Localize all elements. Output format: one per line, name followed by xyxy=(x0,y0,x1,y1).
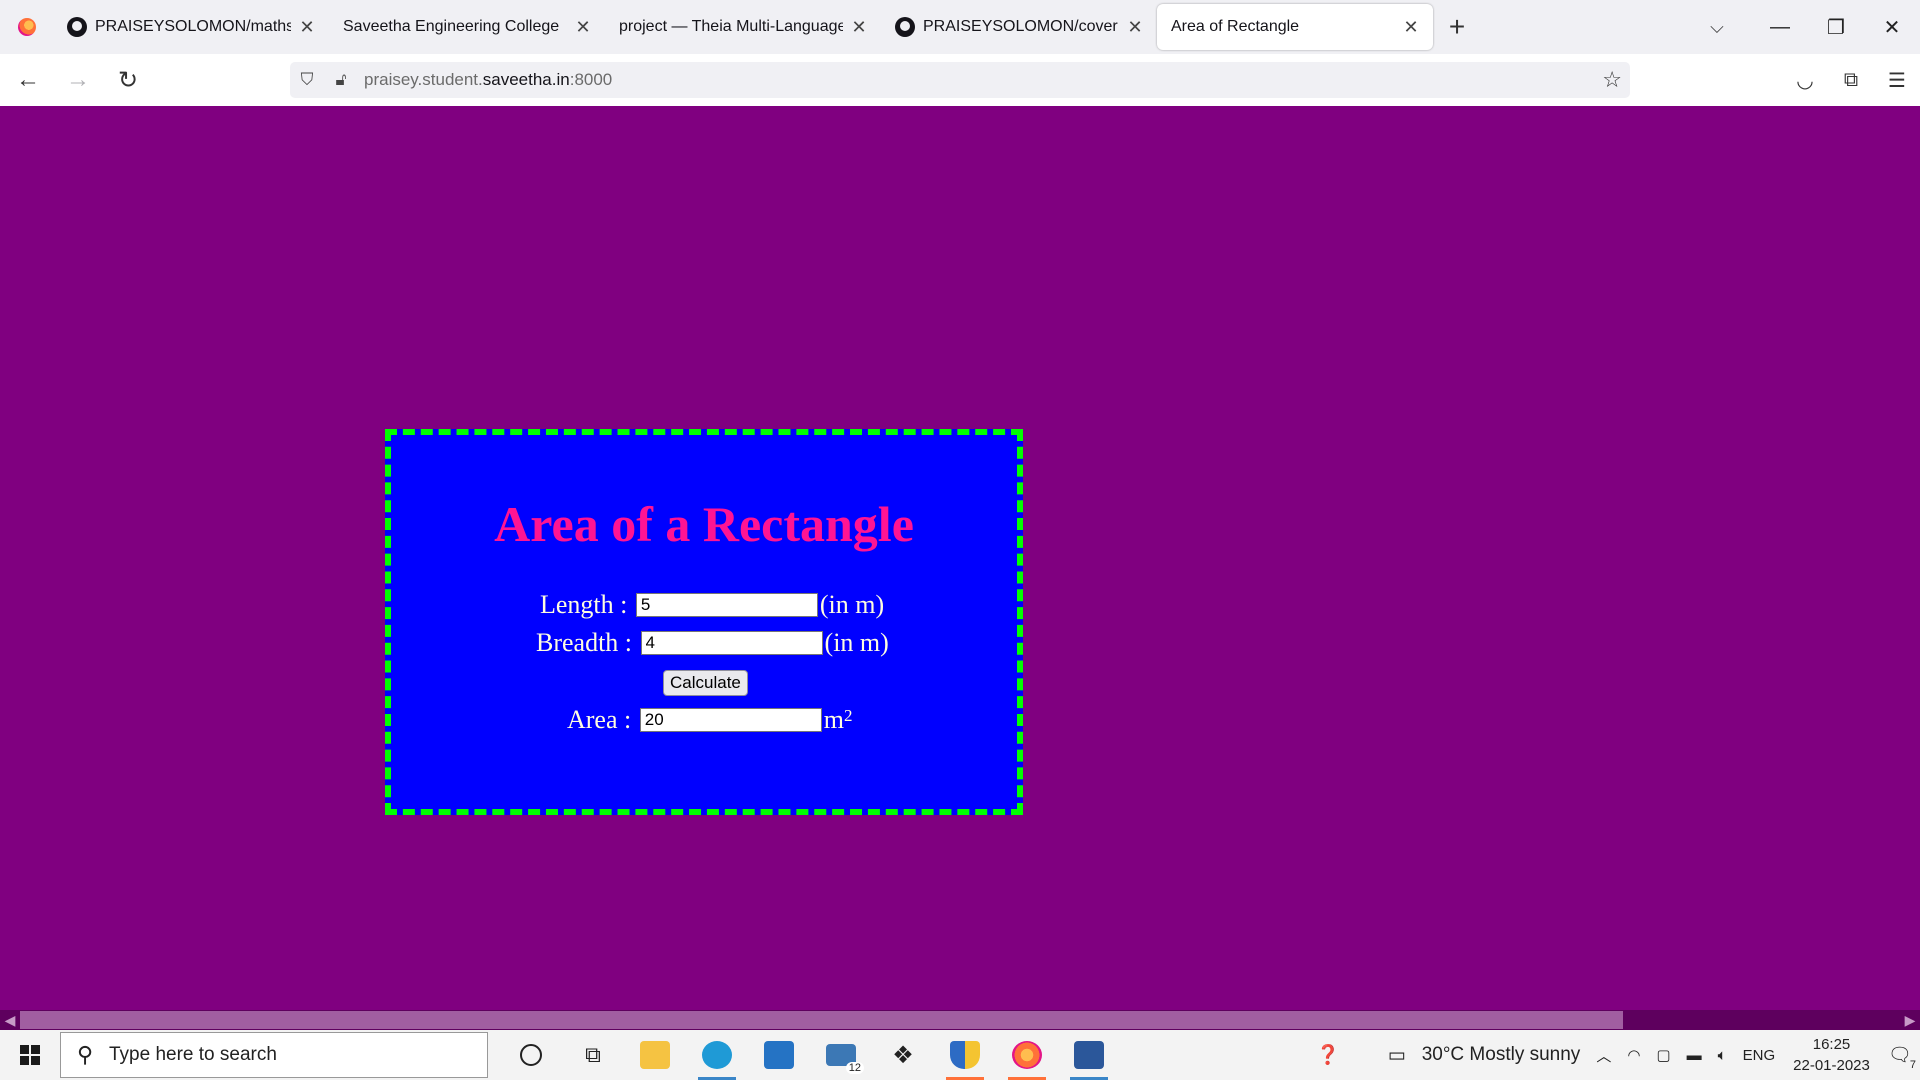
tab-label: PRAISEYSOLOMON/cover xyxy=(923,18,1118,35)
breadth-unit: (in m) xyxy=(824,628,889,657)
clock[interactable]: 16:25 22-01-2023 xyxy=(1793,1034,1870,1076)
github-icon xyxy=(67,17,87,37)
close-tab-icon[interactable]: ✕ xyxy=(1125,17,1145,38)
scroll-right-arrow-icon[interactable]: ▶ xyxy=(1900,1010,1920,1030)
task-view-icon[interactable]: ⧉ xyxy=(562,1030,624,1080)
dropbox-icon[interactable]: ❖ xyxy=(872,1030,934,1080)
breadth-label: Breadth : xyxy=(536,628,633,657)
new-tab-plus-icon[interactable]: + xyxy=(1433,0,1481,54)
weather-text[interactable]: 30°C Mostly sunny xyxy=(1422,1044,1581,1066)
taskbar-search-box[interactable]: ⚲ Type here to search xyxy=(60,1032,488,1078)
cortana-icon[interactable] xyxy=(500,1030,562,1080)
breadth-input[interactable] xyxy=(640,631,823,655)
reload-icon[interactable]: ↻ xyxy=(106,58,150,102)
area-unit-exponent: 2 xyxy=(843,706,853,725)
extensions-puzzle-icon[interactable]: ⧉ xyxy=(1828,69,1874,92)
tab-label: Saveetha Engineering College xyxy=(343,18,560,35)
notifications-icon[interactable]: 🗨︎ 7 xyxy=(1888,1043,1916,1071)
restore-window-icon[interactable]: ❐ xyxy=(1808,0,1864,54)
tab-bar: PRAISEYSOLOMON/mathserver ✕ Saveetha Eng… xyxy=(0,0,1920,54)
github-icon xyxy=(895,17,915,37)
clock-date: 22-01-2023 xyxy=(1793,1057,1870,1074)
file-explorer-icon[interactable] xyxy=(624,1030,686,1080)
windows-taskbar: ⚲ Type here to search ⧉ 12 ❖ ❓ ▭ 30°C Mo… xyxy=(0,1030,1920,1080)
security-shield-icon[interactable] xyxy=(934,1030,996,1080)
close-tab-icon[interactable]: ✕ xyxy=(1401,17,1421,38)
firefox-menu-icon[interactable] xyxy=(0,0,53,54)
tab-saveetha[interactable]: Saveetha Engineering College ✕ xyxy=(329,4,605,50)
url-text[interactable]: praisey.student.saveetha.in:8000 xyxy=(364,70,612,90)
calculate-button[interactable]: Calculate xyxy=(663,670,748,696)
tab-label: Area of Rectangle xyxy=(1171,18,1300,35)
close-tab-icon[interactable]: ✕ xyxy=(849,17,869,38)
tab-area-of-rectangle[interactable]: Area of Rectangle ✕ xyxy=(1157,4,1433,50)
address-bar[interactable]: ⛉ 🔓︎ praisey.student.saveetha.in:8000 ☆ xyxy=(290,62,1630,98)
hamburger-menu-icon[interactable]: ☰ xyxy=(1874,68,1920,93)
page-viewport: Area of a Rectangle Length : (in m) Brea… xyxy=(0,106,1920,1010)
battery-icon[interactable]: ▬ xyxy=(1687,1047,1702,1064)
clock-time: 16:25 xyxy=(1812,1036,1851,1053)
show-hidden-icons-chevron-icon[interactable]: ︿ xyxy=(1596,1045,1611,1066)
help-icon[interactable]: ❓ xyxy=(1316,1043,1340,1067)
length-row: Length : (in m) xyxy=(540,590,884,620)
tab-theia[interactable]: project — Theia Multi-Language Ex ✕ xyxy=(605,4,881,50)
edge-icon[interactable] xyxy=(686,1030,748,1080)
network-icon[interactable]: ◠ xyxy=(1627,1046,1640,1064)
firefox-taskbar-icon[interactable] xyxy=(996,1030,1058,1080)
windows-start-icon[interactable] xyxy=(0,1030,60,1080)
weather-icon[interactable]: ▭ xyxy=(1388,1044,1406,1067)
bookmark-star-icon[interactable]: ☆ xyxy=(1602,67,1622,93)
tab-label: project — Theia Multi-Language Ex xyxy=(619,18,843,35)
length-input[interactable] xyxy=(635,593,818,617)
tab-label: PRAISEYSOLOMON/mathserver xyxy=(95,18,291,35)
close-tab-icon[interactable]: ✕ xyxy=(297,17,317,38)
area-row: Area : m2 xyxy=(567,705,852,735)
insecure-lock-icon[interactable]: 🔓︎ xyxy=(324,70,358,90)
area-unit: m xyxy=(823,705,844,734)
horizontal-scrollbar[interactable]: ◀ ▶ xyxy=(0,1010,1920,1030)
area-label: Area : xyxy=(567,705,632,734)
language-indicator[interactable]: ENG xyxy=(1743,1047,1776,1064)
area-output[interactable] xyxy=(639,708,822,732)
scroll-left-arrow-icon[interactable]: ◀ xyxy=(0,1010,20,1030)
pocket-icon[interactable]: ◡ xyxy=(1782,68,1828,93)
microsoft-store-icon[interactable] xyxy=(748,1030,810,1080)
calculator-form: Area of a Rectangle Length : (in m) Brea… xyxy=(385,429,1023,815)
list-all-tabs-chevron-icon[interactable]: ⌵ xyxy=(1682,0,1752,54)
notification-count: 7 xyxy=(1909,1059,1916,1071)
search-icon: ⚲ xyxy=(76,1042,94,1067)
meet-now-icon[interactable]: ▢ xyxy=(1656,1046,1670,1064)
close-tab-icon[interactable]: ✕ xyxy=(573,17,593,38)
mail-icon[interactable]: 12 xyxy=(810,1030,872,1080)
length-label: Length : xyxy=(540,590,628,619)
word-icon[interactable] xyxy=(1058,1030,1120,1080)
mail-badge: 12 xyxy=(845,1062,864,1074)
tab-cover[interactable]: PRAISEYSOLOMON/cover ✕ xyxy=(881,4,1157,50)
breadth-row: Breadth : (in m) xyxy=(536,628,889,658)
volume-icon[interactable]: 🔈︎ xyxy=(1718,1047,1727,1064)
tab-mathserver[interactable]: PRAISEYSOLOMON/mathserver ✕ xyxy=(53,4,329,50)
search-placeholder: Type here to search xyxy=(109,1044,277,1065)
forward-arrow-icon[interactable]: → xyxy=(56,58,100,102)
close-window-icon[interactable]: ✕ xyxy=(1864,0,1920,54)
system-tray: ❓ ▭ 30°C Mostly sunny ︿ ◠ ▢ ▬ 🔈︎ ENG 16:… xyxy=(1308,1030,1920,1080)
shield-icon[interactable]: ⛉ xyxy=(290,70,324,90)
length-unit: (in m) xyxy=(819,590,885,619)
navigation-bar: ← → ↻ ⛉ 🔓︎ praisey.student.saveetha.in:8… xyxy=(0,54,1920,107)
minimize-window-icon[interactable]: — xyxy=(1752,0,1808,54)
back-arrow-icon[interactable]: ← xyxy=(6,58,50,102)
page-title: Area of a Rectangle xyxy=(494,496,914,552)
scrollbar-thumb[interactable] xyxy=(20,1011,1623,1029)
